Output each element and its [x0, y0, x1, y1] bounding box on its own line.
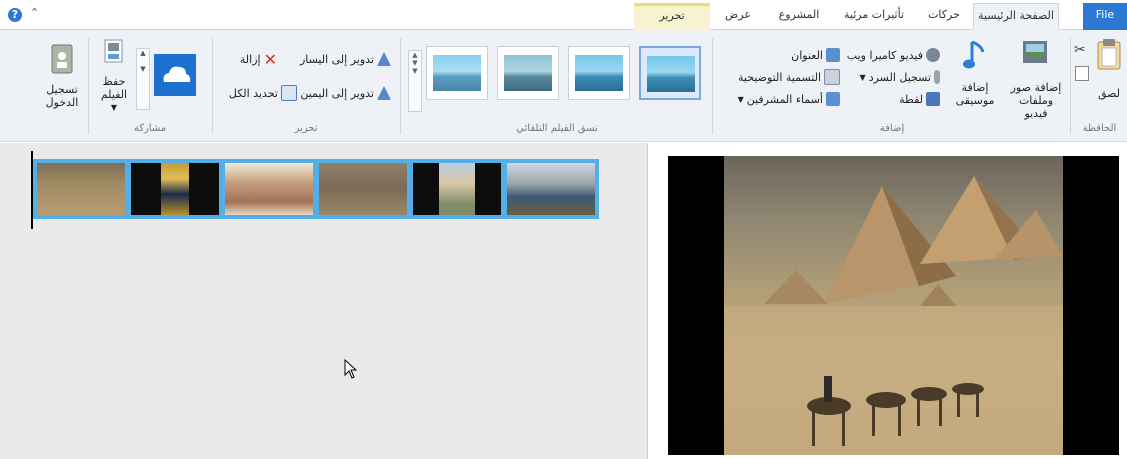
- ribbon: لصق ✂ الحافظة إضافة صور وملفات فيديو إضا…: [0, 30, 1127, 142]
- caption-button[interactable]: التسمية التوضيحية: [738, 68, 840, 86]
- clip-strip[interactable]: [33, 159, 599, 219]
- select-all-label: تحديد الكل: [228, 86, 278, 100]
- rotate-left-button[interactable]: تدوير إلى اليسار: [300, 50, 391, 68]
- snapshot-button[interactable]: لقطة: [899, 90, 940, 108]
- automovie-group-label: نسق الفيلم التلقائي: [516, 123, 598, 134]
- remove-button[interactable]: ✕ إزالة: [239, 49, 277, 69]
- paste-icon: [1092, 38, 1126, 73]
- snapshot-icon: [926, 92, 940, 106]
- paste-label: لصق: [1097, 87, 1121, 100]
- share-group-label: مشاركة: [133, 123, 167, 134]
- caption-icon: [824, 69, 840, 85]
- webcam-video-button[interactable]: فيديو كاميرا ويب: [847, 46, 940, 64]
- title-label: العنوان: [791, 48, 823, 62]
- save-movie-label: حفظ الفيلم: [100, 75, 128, 101]
- automovie-group: ▲ ▼ ▼ نسق الفيلم التلقائي: [404, 34, 710, 136]
- credits-icon: [826, 92, 840, 106]
- credits-label: أسماء المشرفين: [746, 92, 823, 106]
- save-movie-button[interactable]: حفظ الفيلم ▼: [94, 38, 134, 114]
- group-separator: [88, 38, 89, 134]
- tab-view[interactable]: عرض: [714, 3, 762, 30]
- snapshot-label: لقطة: [899, 92, 923, 106]
- theme-thumbnail[interactable]: [568, 46, 630, 100]
- select-all-button[interactable]: تحديد الكل: [229, 84, 297, 102]
- record-narration-button[interactable]: تسجيل السرد ▼: [860, 68, 940, 86]
- clip-thumbnail[interactable]: [413, 163, 501, 215]
- onedrive-button[interactable]: [154, 54, 196, 96]
- record-narration-label: تسجيل السرد: [868, 70, 931, 84]
- add-group: إضافة صور وملفات فيديو إضافة موسيقى فيدي…: [716, 34, 1068, 136]
- rotate-right-button[interactable]: تدوير إلى اليمين: [300, 84, 391, 102]
- add-photos-videos-label: إضافة صور وملفات فيديو: [1010, 81, 1062, 120]
- remove-label: إزالة: [239, 52, 261, 66]
- caption-label: التسمية التوضيحية: [738, 70, 821, 84]
- save-movie-icon: [94, 38, 134, 69]
- tab-file[interactable]: File: [1083, 3, 1127, 30]
- pyramids-image: [724, 176, 1063, 455]
- sign-in-label: تسجيل الدخول: [45, 83, 79, 109]
- add-music-label: إضافة موسيقى: [955, 81, 995, 107]
- cloud-icon: [163, 66, 191, 82]
- clip-thumbnail[interactable]: [225, 163, 313, 215]
- rotate-right-label: تدوير إلى اليمين: [300, 86, 374, 100]
- webcam-icon: [926, 48, 940, 62]
- ribbon-tab-bar: ? ⌃ تحرير عرض المشروع تأثيرات مرئية حركا…: [0, 0, 1127, 30]
- music-note-icon: [948, 38, 1002, 75]
- select-all-icon: [281, 85, 297, 101]
- storyboard-pane[interactable]: [0, 143, 647, 459]
- dropdown-arrow-icon: ▼: [859, 72, 866, 82]
- share-gallery-arrows[interactable]: ▲ ▼: [136, 48, 150, 110]
- webcam-video-label: فيديو كاميرا ويب: [846, 48, 923, 62]
- tab-home[interactable]: الصفحة الرئيسية: [973, 3, 1059, 30]
- clip-thumbnail[interactable]: [319, 163, 407, 215]
- clip-thumbnail[interactable]: [37, 163, 125, 215]
- copy-icon[interactable]: [1075, 66, 1089, 81]
- group-separator: [1070, 38, 1071, 134]
- mouse-pointer-icon: [344, 358, 358, 382]
- sign-in-button[interactable]: تسجيل الدخول: [40, 44, 84, 109]
- share-group: ▲ ▼ حفظ الفيلم ▼ مشاركة: [90, 34, 210, 136]
- paste-button[interactable]: لصق: [1092, 38, 1126, 100]
- add-music-button[interactable]: إضافة موسيقى: [948, 38, 1002, 107]
- sign-in-icon: [40, 44, 84, 77]
- video-preview[interactable]: [668, 156, 1119, 455]
- dropdown-arrow-icon: ▼: [737, 94, 744, 104]
- tab-visual-effects[interactable]: تأثيرات مرئية: [834, 3, 914, 30]
- tab-animations[interactable]: حركات: [916, 3, 972, 30]
- gallery-scroll-arrows[interactable]: ▲ ▼ ▼: [408, 50, 422, 112]
- clipboard-group: لصق ✂ الحافظة: [1072, 34, 1127, 136]
- title-icon: [826, 48, 840, 62]
- rotate-left-label: تدوير إلى اليسار: [299, 52, 374, 66]
- microphone-icon: [934, 70, 940, 84]
- tab-edit[interactable]: تحرير: [634, 3, 710, 30]
- dropdown-arrow-icon: ▼: [110, 103, 118, 112]
- clip-thumbnail[interactable]: [507, 163, 595, 215]
- preview-frame-image: [724, 156, 1063, 455]
- add-group-label: إضافة: [879, 123, 905, 134]
- rotate-left-icon: [377, 52, 391, 66]
- theme-thumbnail-selected[interactable]: [639, 46, 701, 100]
- add-photos-videos-button[interactable]: إضافة صور وملفات فيديو: [1006, 38, 1066, 120]
- clipboard-group-label: الحافظة: [1082, 123, 1117, 134]
- theme-thumbnail[interactable]: [426, 46, 488, 100]
- group-separator: [212, 38, 213, 134]
- tab-project[interactable]: المشروع: [764, 3, 834, 30]
- collapse-ribbon-icon[interactable]: ⌃: [30, 6, 39, 19]
- help-icon[interactable]: ?: [8, 8, 22, 22]
- edit-group: تدوير إلى اليسار تدوير إلى اليمين ✕ إزال…: [215, 34, 397, 136]
- title-button[interactable]: العنوان: [791, 46, 840, 64]
- edit-group-label: تحرير: [294, 123, 318, 134]
- theme-thumbnail[interactable]: [497, 46, 559, 100]
- credits-button[interactable]: أسماء المشرفين ▼: [738, 90, 840, 108]
- cut-icon[interactable]: ✂: [1074, 42, 1086, 58]
- clip-thumbnail[interactable]: [131, 163, 219, 215]
- remove-x-icon: ✕: [263, 49, 277, 69]
- photos-videos-icon: [1006, 38, 1066, 71]
- group-separator: [712, 38, 713, 134]
- rotate-right-icon: [377, 86, 391, 100]
- group-separator: [400, 38, 401, 134]
